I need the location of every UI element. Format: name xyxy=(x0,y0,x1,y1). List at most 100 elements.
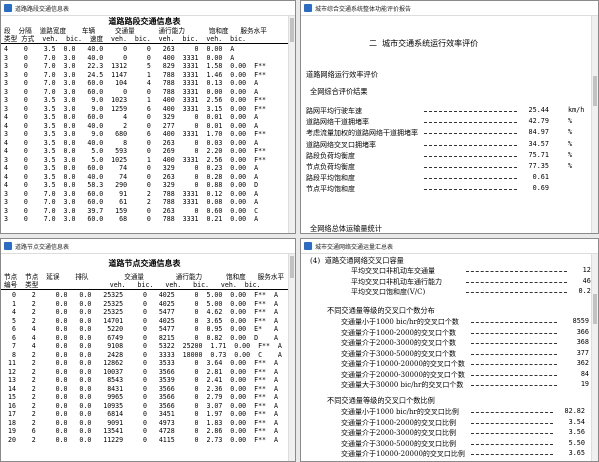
table-row: 4 0 3.5 0.0 60.0 74 0 329 0 0.23 0.00 A xyxy=(4,164,259,172)
distribution-heading: 不同交通量等级的交叉口个数分布 xyxy=(327,306,435,315)
metric-value: 34.57 xyxy=(528,139,549,148)
segment-table: 道路路段交通信息表 段 分隔 道路宽度 车辆 交通量 通行能力 饱和度 服务水平… xyxy=(1,16,288,233)
metric-row: 路网平均行驶车速 25.44 km/h xyxy=(306,106,591,117)
table-body: 0 2 0.0 0.0 25325 0 4025 0 5.00 0.00 F**… xyxy=(1,290,288,445)
header-line-1: 段 分隔 道路宽度 车辆 交通量 通行能力 饱和度 服务水平 xyxy=(4,27,267,35)
metric-unit: km/h xyxy=(568,106,585,114)
metric-row: 交通量介于3000-5000的交叉口比例5.50% xyxy=(341,439,591,450)
metric-value: 366 xyxy=(576,327,589,336)
table-row: 3 0 7.0 3.0 60.0 104 4 788 3331 0.13 0.0… xyxy=(4,79,259,87)
leader-line xyxy=(471,332,557,334)
window-titlebar[interactable]: 道路路段交通信息表 xyxy=(1,1,295,16)
leader-line xyxy=(471,353,557,355)
vertical-scrollbar[interactable] xyxy=(591,16,598,233)
metric-value: 1289 xyxy=(582,266,591,274)
metric-row: 道路网络交叉口拥堵率 34.57% xyxy=(306,140,591,151)
table-row: 4 0 3.5 0.0 40.0 8 0 263 0 0.03 0.00 A xyxy=(4,138,259,147)
metric-label: 交通量小于1000 bic/hr的交叉口比例 xyxy=(341,408,459,416)
table-row: 20 2 0.0 0.0 11229 0 4115 0 2.73 0.00 F*… xyxy=(4,435,278,444)
table-row: 4 0 3.5 0.0 40.0 74 0 263 0 0.28 0.00 A xyxy=(4,172,259,181)
leader-line xyxy=(424,144,517,146)
table-row: 11 2 0.0 0.0 12862 0 3533 0 3.64 0.00 F*… xyxy=(4,359,278,367)
table-row: 4 0 3.5 0.0 40.0 2 0 277 0 0.01 0.00 A xyxy=(4,121,259,130)
metric-value: 19 xyxy=(580,380,589,388)
metric-label: 交通量介于1000-2000的交叉口个数 xyxy=(341,328,456,337)
leader-line xyxy=(424,133,517,135)
window-titlebar[interactable]: 城市交通网络交通运量汇总表 xyxy=(301,239,598,254)
window-title: 城市综合交通系统整体功能评价报告 xyxy=(315,5,412,13)
table-title: 道路路段交通信息表 xyxy=(108,16,181,26)
table-row: 4 0 3.5 0.0 58.3 290 0 329 0 0.88 0.00 D xyxy=(4,181,259,189)
window-titlebar[interactable]: 道路节点交通信息表 xyxy=(1,239,295,254)
leader-line xyxy=(471,343,557,344)
metric-label: 交通量介于10000-20000的交叉口个数 xyxy=(341,360,465,368)
metric-row: 交通量介于10000-20000的交叉口个数 362 xyxy=(341,359,591,370)
scroll-thumb[interactable] xyxy=(290,18,294,42)
metric-label: 道路网络交叉口拥堵率 xyxy=(306,140,376,149)
leader-line xyxy=(471,374,557,376)
metric-value: 3.56 xyxy=(568,428,585,436)
metric-unit: % xyxy=(568,150,573,159)
metric-value: 84.97 xyxy=(528,128,549,137)
scroll-thumb[interactable] xyxy=(290,256,294,278)
table-row: 12 2 0.0 0.0 10037 0 3566 0 2.81 0.00 F*… xyxy=(4,367,278,376)
table-row: 13 2 0.0 0.0 8543 0 3539 0 2.41 0.00 F**… xyxy=(4,376,278,384)
table-row: 3 0 7.0 3.0 22.3 1312 5 829 3331 1.58 0.… xyxy=(4,62,267,70)
vertical-scrollbar[interactable] xyxy=(288,254,295,461)
metric-label: 节点平均饱和度 xyxy=(306,185,355,194)
leader-line xyxy=(471,412,553,413)
app-icon xyxy=(4,4,12,12)
metric-value: 84 xyxy=(580,369,589,378)
leader-line xyxy=(471,433,553,434)
leader-line xyxy=(466,292,567,293)
leader-line xyxy=(424,155,517,157)
metric-value: 8559 xyxy=(572,317,589,325)
table-row: 3 0 7.0 3.0 39.7 159 0 263 0 0.60 0.00 C xyxy=(4,206,259,215)
scroll-thumb[interactable] xyxy=(593,294,597,324)
metric-row: 交通量小于1000 bic/hr的交叉口比例82.82% xyxy=(341,407,591,418)
capacity-list: 平均交叉口非机动车交通量1289bi平均交叉口非机动车通行能力4604bi平均交… xyxy=(351,266,591,298)
table-title: 道路节点交通信息表 xyxy=(108,258,181,268)
metrics-list: 路网平均行驶车速 25.44 km/h 道路网络干道拥堵率 42.79% 考虑流量加权的道… xyxy=(306,106,591,196)
leader-line xyxy=(471,454,553,455)
scroll-thumb[interactable] xyxy=(593,76,597,106)
metric-row: 交通量介于20000-30000的交叉口比例3.50% xyxy=(341,460,591,462)
leader-line xyxy=(424,122,517,124)
metric-row: 交通量介于2000-3000的交叉口比例3.56% xyxy=(341,428,591,439)
window-title: 道路路段交通信息表 xyxy=(15,5,70,13)
table-row: 3 0 3.5 3.0 9.0 1259 6 400 3331 3.15 0.0… xyxy=(4,104,267,113)
vertical-scrollbar[interactable] xyxy=(288,16,295,233)
metric-row: 平均交叉口非机动车通行能力4604bi xyxy=(351,277,591,288)
leader-line xyxy=(471,385,557,386)
leader-line xyxy=(471,422,553,424)
metric-row: 路段负荷均衡度 75.71% xyxy=(306,151,591,162)
leader-line xyxy=(466,281,567,283)
metric-value: 377 xyxy=(576,348,589,357)
table-row: 3 0 3.5 3.0 5.0 1025 1 400 3331 2.56 0.0… xyxy=(4,155,267,164)
metric-row: 节点平均饱和度 0.69 xyxy=(306,184,591,195)
metric-row: 节点负荷均衡度 77.35% xyxy=(306,162,591,173)
metric-unit: % xyxy=(568,161,573,170)
intro-heading: (4) 道路交通网络交叉口容量 xyxy=(310,256,404,265)
table-row: 4 0 3.5 0.0 40.0 0 0 263 0 0.00 A xyxy=(4,45,235,53)
table-row: 15 2 0.0 0.0 9965 0 3566 0 2.79 0.00 F**… xyxy=(4,393,278,401)
table-row: 17 2 0.0 0.0 6814 0 3451 0 1.97 0.00 F**… xyxy=(4,410,278,418)
metric-row: 交通量大于30000 bic/hr的交叉口个数 19 xyxy=(341,380,591,391)
table-row: 7 4 0.0 0.0 9108 0 5322 25200 1.71 0.00 … xyxy=(4,342,282,350)
metric-label: 平均交叉口非机动车交通量 xyxy=(351,267,435,275)
table-row: 3 0 7.0 3.0 60.0 0 0 788 3331 0.00 0.00 … xyxy=(4,87,259,96)
summary-body: (4) 道路交通网络交叉口容量 平均交叉口非机动车交通量1289bi平均交叉口非… xyxy=(301,254,591,461)
table-row: 18 2 0.0 0.0 9091 0 4973 0 1.83 0.00 F**… xyxy=(4,418,278,427)
result-heading: 全网综合评价结果 xyxy=(310,87,368,96)
table-row: 1 2 0.0 0.0 25325 0 4025 0 5.00 0.00 F**… xyxy=(4,299,278,308)
metric-label: 平均交叉口饱和度(V/C) xyxy=(351,288,426,296)
table-row: 3 0 7.0 3.0 24.5 1147 1 788 3331 1.46 0.… xyxy=(4,70,267,79)
metric-value: 42.79 xyxy=(528,117,549,126)
metric-unit: % xyxy=(568,139,573,148)
ratio-heading: 不同交通量等级的交叉口个数比例 xyxy=(327,396,435,405)
window-titlebar[interactable]: 城市综合交通系统整体功能评价报告 xyxy=(301,1,598,16)
table-row: 6 4 0.0 0.0 5220 0 5477 0 0.95 0.00 E* A xyxy=(4,325,278,333)
metric-label: 节点负荷均衡度 xyxy=(306,162,355,171)
vertical-scrollbar[interactable] xyxy=(591,254,598,461)
app-icon xyxy=(4,242,12,250)
